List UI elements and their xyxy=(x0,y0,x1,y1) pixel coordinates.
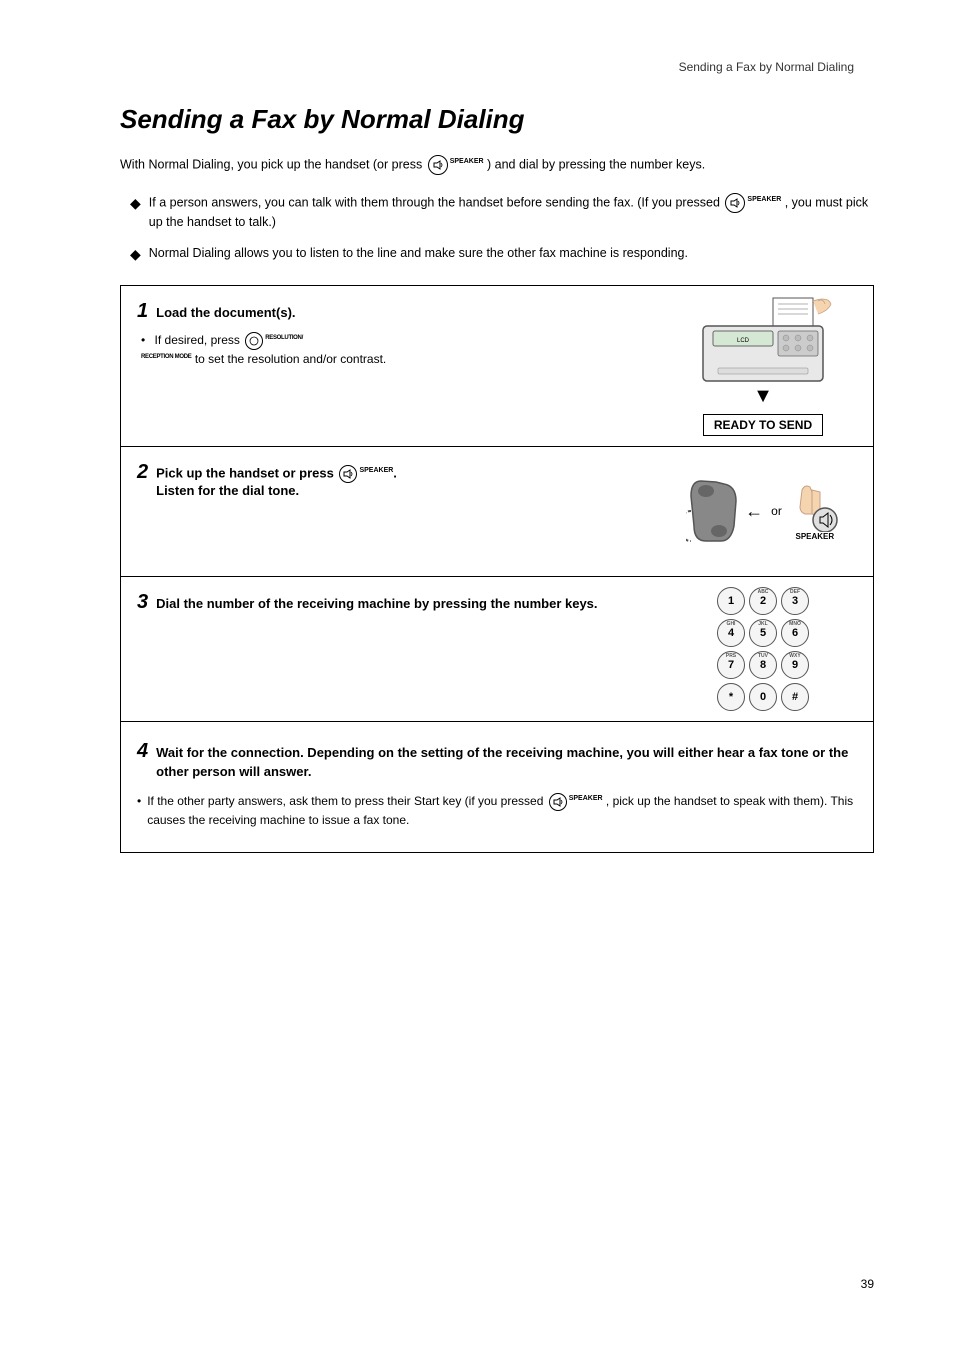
page-content: Sending a Fax by Normal Dialing Sending … xyxy=(0,0,954,1351)
speaker-button-bullet1 xyxy=(725,193,745,213)
page-title: Sending a Fax by Normal Dialing xyxy=(120,104,874,135)
step-4-title: Wait for the connection. Depending on th… xyxy=(156,743,857,782)
svg-text:LCD: LCD xyxy=(737,338,750,344)
bullet-1-text: If a person answers, you can talk with t… xyxy=(149,193,874,232)
step-1-sub: • If desired, press RESOLUTION/RECEPTION… xyxy=(137,331,637,368)
key-7: PRS 7 xyxy=(717,651,745,679)
step-2-title: Pick up the handset or press SPEAKER. Li… xyxy=(156,465,397,498)
key-5: JKL 5 xyxy=(749,619,777,647)
key-0: 0 xyxy=(749,683,777,711)
step-3-title: Dial the number of the receiving machine… xyxy=(156,596,597,611)
step-2-image: ← or SPEAKER xyxy=(653,447,873,576)
bullet-2-text: Normal Dialing allows you to listen to t… xyxy=(149,244,688,263)
step-3-row: 3 Dial the number of the receiving machi… xyxy=(121,577,873,722)
step-4-subbullet: • If the other party answers, ask them t… xyxy=(137,792,857,829)
ready-to-send-display: READY TO SEND xyxy=(703,414,823,436)
speaker-image-container: SPEAKER xyxy=(790,482,840,541)
step-1-image: LCD ▼ xyxy=(653,286,873,446)
or-label: or xyxy=(771,504,782,518)
step-4-number: 4 xyxy=(137,736,148,766)
key-hash: # xyxy=(781,683,809,711)
speaker-button-step4 xyxy=(549,793,567,811)
page-header: Sending a Fax by Normal Dialing xyxy=(120,60,874,74)
speaker-button-intro xyxy=(428,155,448,175)
bullet-dot-1: • xyxy=(141,333,145,347)
step-2-content: 2 Pick up the handset or press SPEAKER. … xyxy=(121,447,653,576)
key-6: MNO 6 xyxy=(781,619,809,647)
intro-paragraph: With Normal Dialing, you pick up the han… xyxy=(120,155,874,175)
resolution-button xyxy=(245,332,263,350)
key-2: ABC 2 xyxy=(749,587,777,615)
speaker-label-step2: SPEAKER xyxy=(795,532,834,541)
key-4: GHI 4 xyxy=(717,619,745,647)
fax-machine-svg: LCD xyxy=(683,296,843,386)
key-3: DEF 3 xyxy=(781,587,809,615)
step-1-content: 1 Load the document(s). • If desired, pr… xyxy=(121,286,653,446)
step-3-content: 3 Dial the number of the receiving machi… xyxy=(121,577,653,721)
step-2-row: 2 Pick up the handset or press SPEAKER. … xyxy=(121,447,873,577)
steps-table: 1 Load the document(s). • If desired, pr… xyxy=(120,285,874,853)
step-1-row: 1 Load the document(s). • If desired, pr… xyxy=(121,286,873,447)
handset-svg xyxy=(686,476,741,546)
speaker-button-step2 xyxy=(339,465,357,483)
step-3-number: 3 xyxy=(137,591,148,614)
bullet-diamond-2: ◆ xyxy=(130,244,141,265)
arrow-left: ← xyxy=(745,501,763,522)
step-4-sub-text: If the other party answers, ask them to … xyxy=(147,792,857,829)
key-1: 1 xyxy=(717,587,745,615)
page-number: 39 xyxy=(861,1277,874,1291)
bullet-1: ◆ If a person answers, you can talk with… xyxy=(120,193,874,232)
bullet-diamond-1: ◆ xyxy=(130,193,141,214)
key-8: TUV 8 xyxy=(749,651,777,679)
step-2-number: 2 xyxy=(137,461,148,484)
header-title: Sending a Fax by Normal Dialing xyxy=(679,60,854,74)
step-1-number: 1 xyxy=(137,300,148,323)
step-1-title: Load the document(s). xyxy=(156,305,295,320)
keypad: 1 ABC 2 DEF 3 GHI 4 JKL xyxy=(717,587,809,711)
arrow-down: ▼ xyxy=(753,386,773,406)
bullet-dot-4: • xyxy=(137,792,141,810)
step-3-image: 1 ABC 2 DEF 3 GHI 4 JKL xyxy=(653,577,873,721)
bullet-2: ◆ Normal Dialing allows you to listen to… xyxy=(120,244,874,265)
key-9: WXY 9 xyxy=(781,651,809,679)
speaker-hand-svg xyxy=(790,482,840,532)
step-4-row: 4 Wait for the connection. Depending on … xyxy=(121,722,873,852)
step-4-content: 4 Wait for the connection. Depending on … xyxy=(121,722,873,852)
key-star: * xyxy=(717,683,745,711)
